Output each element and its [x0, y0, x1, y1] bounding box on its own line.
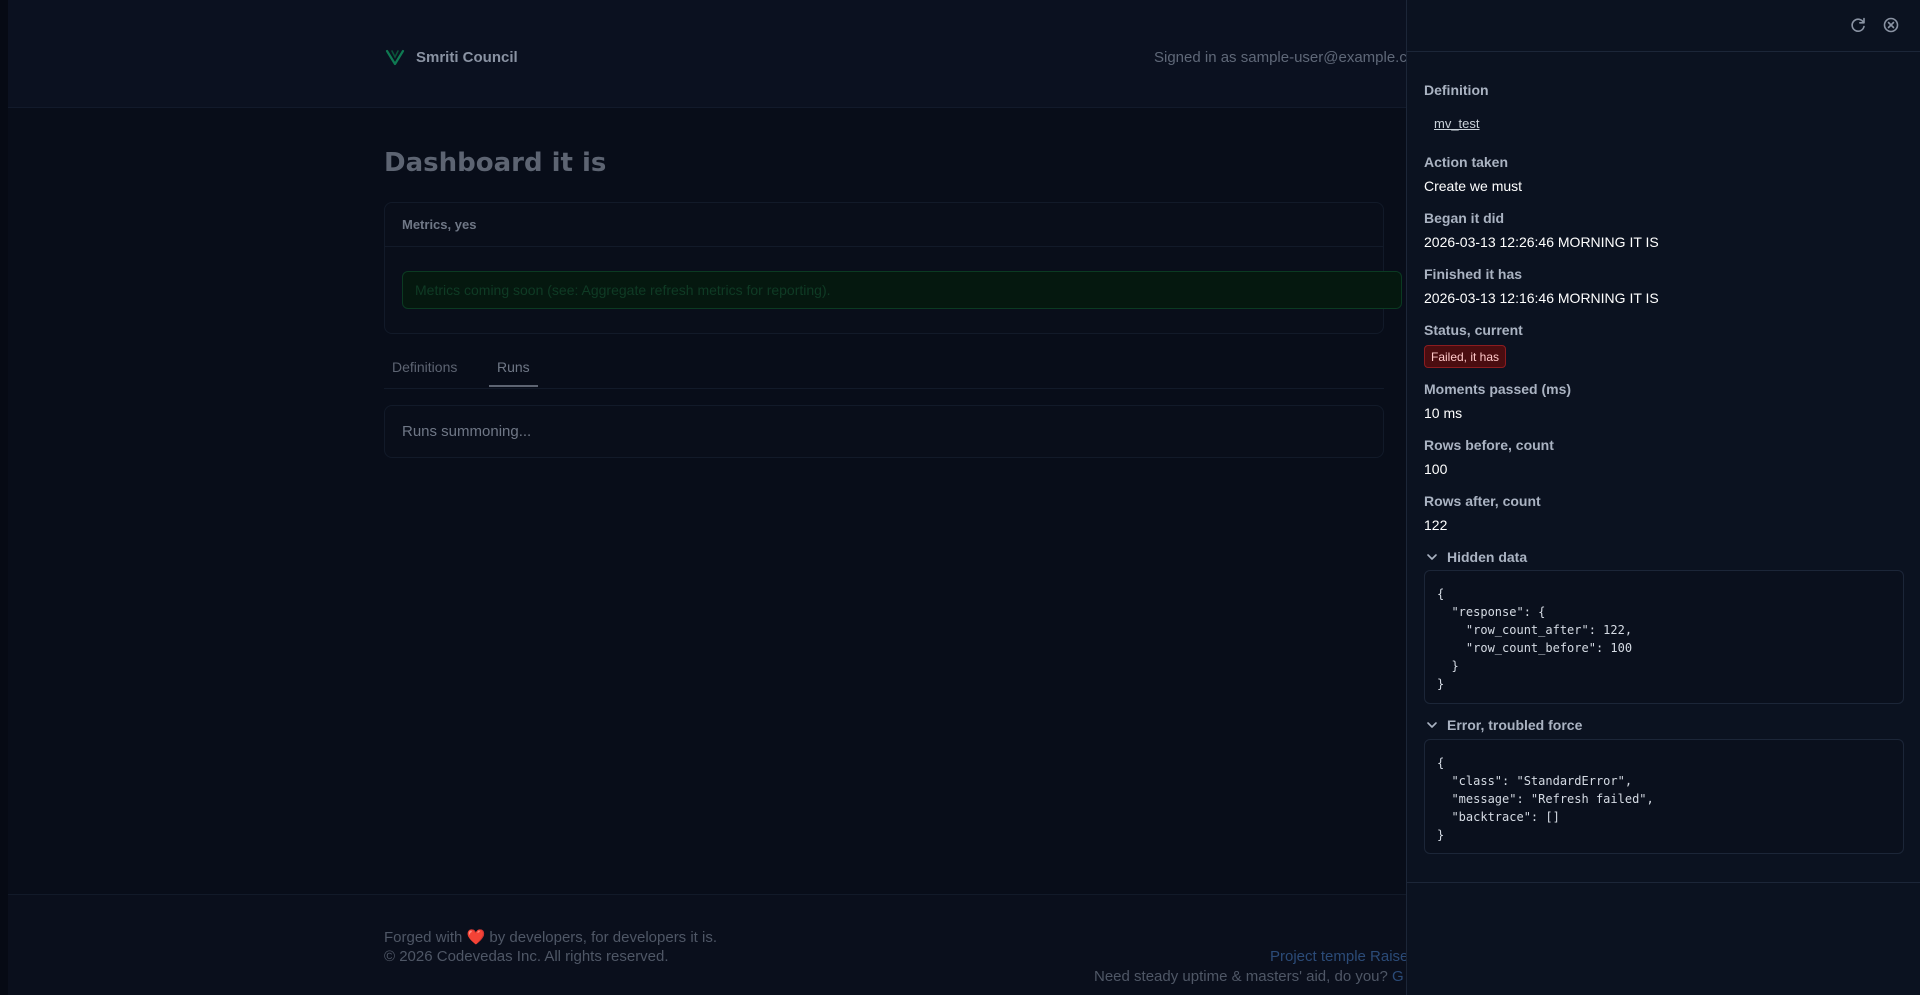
- began-label: Began it did: [1424, 210, 1505, 226]
- rows-before-value: 100: [1424, 461, 1448, 477]
- hidden-data-json: { "response": { "row_count_after": 122, …: [1424, 570, 1904, 704]
- tab-definitions[interactable]: Definitions: [392, 359, 457, 375]
- rows-after-label: Rows after, count: [1424, 493, 1541, 509]
- finished-value: 2026-03-13 12:16:46 MORNING IT IS: [1424, 290, 1659, 306]
- rows-after-value: 122: [1424, 517, 1448, 533]
- rows-before-label: Rows before, count: [1424, 437, 1554, 453]
- metrics-card: Metrics, yes Metrics coming soon (see: A…: [384, 202, 1402, 334]
- began-value: 2026-03-13 12:26:46 MORNING IT IS: [1424, 234, 1659, 250]
- chevron-down-icon: [1427, 554, 1437, 560]
- page-title: Dashboard it is: [384, 148, 607, 178]
- heart-icon: ❤️: [466, 929, 486, 946]
- error-toggle[interactable]: Error, troubled force: [1426, 717, 1582, 733]
- active-tab-indicator: [489, 385, 538, 387]
- signed-in-text: Signed in as sample-user@example.c: [1154, 49, 1407, 66]
- app-name: Smriti Council: [416, 48, 518, 66]
- drawer-toolbar: [1407, 0, 1920, 52]
- uptime-link[interactable]: G: [1392, 968, 1404, 985]
- definition-label: Definition: [1424, 82, 1489, 98]
- status-label: Status, current: [1424, 322, 1523, 338]
- hidden-data-label: Hidden data: [1447, 549, 1528, 565]
- error-json: { "class": "StandardError", "message": "…: [1424, 739, 1904, 854]
- forged-suffix: by developers, for developers it is.: [489, 929, 718, 946]
- v-logo-icon: [385, 49, 405, 66]
- duration-value: 10 ms: [1424, 405, 1463, 421]
- action-value: Create we must: [1424, 178, 1523, 194]
- project-link[interactable]: Project temple Raise: [1270, 948, 1408, 965]
- metrics-title: Metrics, yes: [385, 203, 1383, 247]
- brand[interactable]: Smriti Council: [384, 46, 518, 68]
- footer-copyright: © 2026 Codevedas Inc. All rights reserve…: [384, 948, 669, 965]
- refresh-icon[interactable]: [1847, 14, 1869, 36]
- footer-uptime: Need steady uptime & masters' aid, do yo…: [1094, 968, 1404, 985]
- definition-link[interactable]: mv_test: [1434, 116, 1480, 131]
- status-badge: Failed, it has: [1424, 345, 1507, 368]
- chevron-down-icon: [1427, 722, 1437, 728]
- close-circle-icon[interactable]: [1880, 14, 1902, 36]
- footer-forged: Forged with ❤️ by developers, for develo…: [384, 928, 717, 946]
- forged-prefix: Forged with: [384, 929, 463, 946]
- tab-runs[interactable]: Runs: [497, 359, 530, 375]
- runs-loading-text: Runs summoning...: [384, 405, 1384, 458]
- uptime-text: Need steady uptime & masters' aid, do yo…: [1094, 968, 1388, 985]
- metrics-note: Metrics coming soon (see: Aggregate refr…: [402, 271, 1402, 309]
- drawer-divider: [1407, 882, 1920, 883]
- duration-label: Moments passed (ms): [1424, 381, 1572, 397]
- error-label: Error, troubled force: [1447, 717, 1583, 733]
- action-label: Action taken: [1424, 154, 1509, 170]
- hidden-data-toggle[interactable]: Hidden data: [1426, 549, 1527, 565]
- tab-bar: Definitions Runs: [384, 355, 1384, 389]
- run-detail-drawer: Definition mv_test Action taken Create w…: [1406, 0, 1920, 995]
- finished-label: Finished it has: [1424, 266, 1523, 282]
